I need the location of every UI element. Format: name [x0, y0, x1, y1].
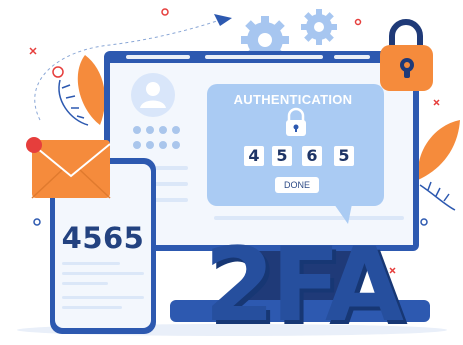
envelope-icon — [26, 137, 111, 199]
padlock-icon — [380, 19, 433, 91]
headline-2fa: 2FA — [204, 226, 404, 345]
code-digit-1: 4 — [244, 146, 264, 166]
code-digit-4: 5 — [334, 146, 354, 166]
gear-icon — [301, 9, 337, 45]
leaf-decoration-right — [417, 120, 460, 211]
phone-code: 4565 — [61, 221, 145, 255]
code-digit-2: 5 — [272, 146, 292, 166]
code-digit-3: 6 — [302, 146, 322, 166]
leaf-decoration-left — [52, 55, 105, 126]
paper-plane-icon — [214, 14, 232, 26]
user-avatar-icon — [131, 73, 175, 117]
auth-card-title: AUTHENTICATION — [233, 92, 353, 107]
done-button[interactable]: DONE — [275, 177, 319, 193]
